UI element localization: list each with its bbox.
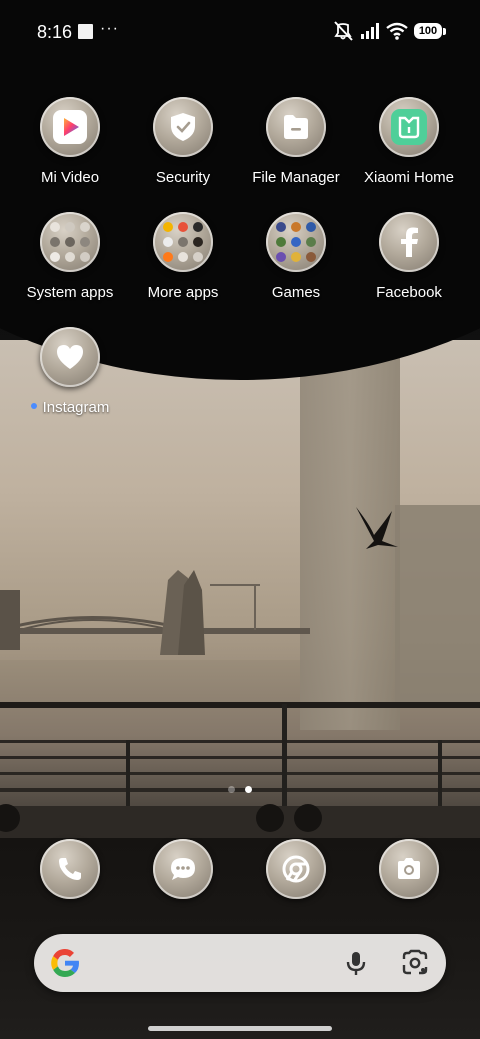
folder-more-apps[interactable]: More apps (127, 212, 239, 301)
message-icon (171, 858, 195, 880)
mi-home-icon (391, 109, 427, 145)
app-label: Xiaomi Home (363, 169, 455, 186)
new-install-dot (30, 403, 37, 410)
notification-square-icon (78, 24, 93, 39)
app-instagram[interactable]: Instagram (14, 327, 126, 416)
page-indicator (0, 786, 480, 793)
folder-games[interactable]: Games (240, 212, 352, 301)
app-label: Facebook (376, 284, 442, 301)
dock-messages[interactable] (127, 839, 239, 899)
heart-icon (57, 345, 83, 369)
folder-preview (163, 222, 203, 262)
phone-icon (59, 858, 81, 880)
page-dot-1[interactable] (228, 786, 235, 793)
battery-icon: 100 (414, 23, 446, 39)
signal-icon (361, 23, 379, 39)
app-label: Instagram (42, 399, 110, 416)
more-notifications-indicator: ··· (100, 20, 119, 37)
camera-icon (398, 858, 420, 879)
battery-level: 100 (414, 23, 442, 39)
play-icon (53, 110, 87, 144)
app-label: Security (155, 169, 211, 186)
wallpaper-bridge (0, 570, 310, 655)
folder-icon (284, 115, 308, 139)
shield-icon (171, 113, 195, 141)
home-gesture-bar[interactable] (148, 1026, 332, 1031)
google-logo-icon (51, 949, 79, 977)
dock-chrome[interactable] (240, 839, 352, 899)
app-label: Mi Video (40, 169, 100, 186)
folder-system-apps[interactable]: System apps (14, 212, 126, 301)
google-search-bar[interactable] (34, 934, 446, 992)
app-label: File Manager (252, 169, 340, 186)
app-file-manager[interactable]: File Manager (240, 97, 352, 186)
bird-silhouette (356, 507, 398, 549)
app-label: Games (271, 284, 321, 301)
chrome-icon (282, 855, 310, 883)
app-label: System apps (26, 284, 114, 301)
folder-preview (50, 222, 90, 262)
mute-vibrate-icon (334, 21, 353, 41)
wifi-icon (386, 22, 408, 40)
app-label: More apps (147, 284, 219, 301)
app-security[interactable]: Security (127, 97, 239, 186)
dock-camera[interactable] (353, 839, 465, 899)
google-lens-icon[interactable] (400, 948, 430, 978)
railing (0, 702, 480, 838)
folder-preview (276, 222, 316, 262)
facebook-icon (401, 227, 418, 257)
dock-phone[interactable] (14, 839, 126, 899)
status-bar: 8:16 ··· 100 (0, 0, 480, 64)
page-dot-2-active[interactable] (245, 786, 252, 793)
microphone-icon[interactable] (342, 949, 370, 977)
app-mi-video[interactable]: Mi Video (14, 97, 126, 186)
app-facebook[interactable]: Facebook (353, 212, 465, 301)
clock: 8:16 (37, 22, 73, 42)
app-xiaomi-home[interactable]: Xiaomi Home (353, 97, 465, 186)
